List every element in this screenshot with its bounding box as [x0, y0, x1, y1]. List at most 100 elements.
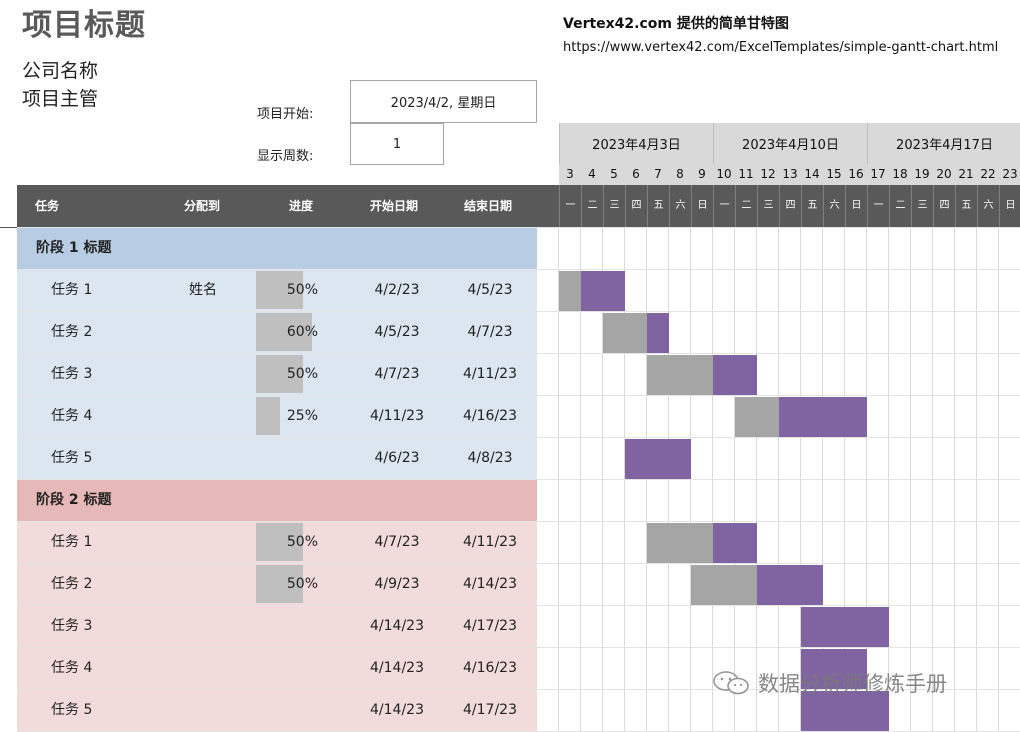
- task-end-date[interactable]: 4/14/23: [440, 564, 540, 605]
- gantt-bar-completed[interactable]: [691, 565, 757, 605]
- task-end-date[interactable]: 4/8/23: [440, 438, 540, 479]
- column-header-end-date: 结束日期: [464, 199, 513, 213]
- day-name: 三: [757, 185, 779, 227]
- grid-column-line: [910, 228, 911, 732]
- day-number: 12: [757, 164, 779, 185]
- template-url-link[interactable]: https://www.vertex42.com/ExcelTemplates/…: [563, 40, 998, 55]
- task-end-date[interactable]: 4/17/23: [440, 690, 540, 731]
- task-progress[interactable]: 50%: [256, 564, 318, 605]
- phase-title[interactable]: 阶段 2 标题: [36, 480, 112, 521]
- task-progress[interactable]: 50%: [256, 522, 318, 563]
- task-start-date[interactable]: 4/2/23: [347, 270, 447, 311]
- day-name: 五: [647, 185, 669, 227]
- task-end-date[interactable]: 4/11/23: [440, 354, 540, 395]
- gantt-bar-remaining[interactable]: [647, 313, 669, 353]
- task-end-date[interactable]: 4/16/23: [440, 648, 540, 689]
- task-progress[interactable]: [256, 690, 318, 731]
- task-progress[interactable]: [256, 606, 318, 647]
- day-name: 二: [735, 185, 757, 227]
- gantt-bar-completed[interactable]: [559, 271, 581, 311]
- day-number: 7: [647, 164, 669, 185]
- task-progress[interactable]: 60%: [256, 312, 318, 353]
- grid-column-line: [954, 228, 955, 732]
- column-header-progress: 进度: [289, 199, 314, 213]
- task-name[interactable]: 任务 4: [51, 396, 92, 437]
- task-name[interactable]: 任务 2: [51, 312, 92, 353]
- gantt-bar-remaining[interactable]: [757, 565, 823, 605]
- task-name[interactable]: 任务 1: [51, 270, 92, 311]
- company-name[interactable]: 公司名称: [22, 56, 98, 83]
- day-number: 19: [911, 164, 933, 185]
- display-weeks-label: 显示周数:: [257, 149, 314, 164]
- task-progress[interactable]: 50%: [256, 270, 318, 311]
- gantt-bar-remaining[interactable]: [779, 397, 867, 437]
- task-end-date[interactable]: 4/7/23: [440, 312, 540, 353]
- gantt-bar-completed[interactable]: [735, 397, 779, 437]
- gantt-bar-remaining[interactable]: [713, 523, 757, 563]
- grid-column-line: [668, 228, 669, 732]
- watermark-text: 数据分析师修炼手册: [758, 672, 947, 696]
- day-name: 五: [955, 185, 977, 227]
- task-name[interactable]: 任务 2: [51, 564, 92, 605]
- task-name[interactable]: 任务 3: [51, 606, 92, 647]
- phase-title[interactable]: 阶段 1 标题: [36, 228, 112, 269]
- day-name: 六: [669, 185, 691, 227]
- gantt-bar-remaining[interactable]: [713, 355, 757, 395]
- task-start-date[interactable]: 4/9/23: [347, 564, 447, 605]
- gantt-bar-remaining[interactable]: [801, 607, 889, 647]
- task-name[interactable]: 任务 3: [51, 354, 92, 395]
- day-number: 11: [735, 164, 757, 185]
- gantt-bar-completed[interactable]: [647, 523, 713, 563]
- day-number: 6: [625, 164, 647, 185]
- task-start-date[interactable]: 4/5/23: [347, 312, 447, 353]
- column-header-assigned: 分配到: [184, 199, 221, 213]
- day-number: 21: [955, 164, 977, 185]
- day-number: 22: [977, 164, 999, 185]
- gantt-bar-remaining[interactable]: [581, 271, 625, 311]
- task-progress[interactable]: [256, 438, 318, 479]
- wechat-icon: [713, 671, 749, 695]
- project-manager[interactable]: 项目主管: [22, 84, 98, 111]
- day-name: 一: [867, 185, 889, 227]
- task-name[interactable]: 任务 4: [51, 648, 92, 689]
- week-header: 2023年4月10日: [713, 123, 867, 164]
- task-start-date[interactable]: 4/14/23: [347, 648, 447, 689]
- task-end-date[interactable]: 4/17/23: [440, 606, 540, 647]
- gantt-bar-completed[interactable]: [647, 355, 713, 395]
- day-name: 一: [713, 185, 735, 227]
- gantt-bar-completed[interactable]: [603, 313, 647, 353]
- gantt-bar-remaining[interactable]: [625, 439, 691, 479]
- day-name: 四: [933, 185, 955, 227]
- task-name[interactable]: 任务 5: [51, 690, 92, 731]
- task-progress[interactable]: [256, 648, 318, 689]
- grid-column-line: [778, 228, 779, 732]
- day-number: 4: [581, 164, 603, 185]
- task-start-date[interactable]: 4/7/23: [347, 522, 447, 563]
- grid-column-line: [690, 228, 691, 732]
- grid-column-line: [734, 228, 735, 732]
- task-start-date[interactable]: 4/7/23: [347, 354, 447, 395]
- day-number: 13: [779, 164, 801, 185]
- task-start-date[interactable]: 4/6/23: [347, 438, 447, 479]
- week-header: 2023年4月3日: [559, 123, 713, 164]
- task-end-date[interactable]: 4/5/23: [440, 270, 540, 311]
- day-name: 六: [823, 185, 845, 227]
- task-start-date[interactable]: 4/11/23: [347, 396, 447, 437]
- column-header-start-date: 开始日期: [370, 199, 419, 213]
- task-name[interactable]: 任务 5: [51, 438, 92, 479]
- task-name[interactable]: 任务 1: [51, 522, 92, 563]
- day-number: 20: [933, 164, 955, 185]
- task-start-date[interactable]: 4/14/23: [347, 690, 447, 731]
- day-name: 六: [977, 185, 999, 227]
- task-end-date[interactable]: 4/16/23: [440, 396, 540, 437]
- task-start-date[interactable]: 4/14/23: [347, 606, 447, 647]
- task-assignee[interactable]: 姓名: [189, 270, 217, 311]
- project-title[interactable]: 项目标题: [22, 0, 146, 44]
- grid-column-line: [932, 228, 933, 732]
- project-start-input[interactable]: 2023/4/2, 星期日: [350, 80, 537, 123]
- task-end-date[interactable]: 4/11/23: [440, 522, 540, 563]
- display-weeks-input[interactable]: 1: [350, 123, 444, 165]
- task-progress[interactable]: 50%: [256, 354, 318, 395]
- task-progress[interactable]: 25%: [256, 396, 318, 437]
- day-name: 四: [779, 185, 801, 227]
